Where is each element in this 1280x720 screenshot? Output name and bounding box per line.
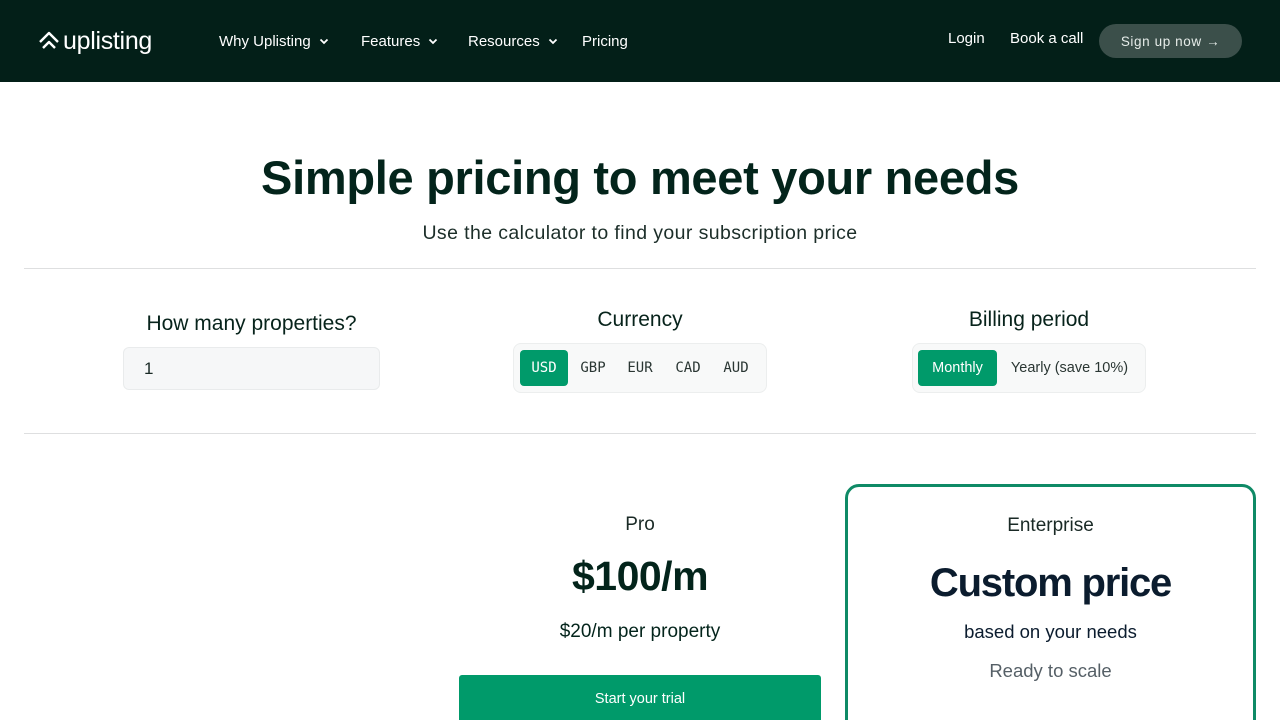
billing-period-selector: Monthly Yearly (save 10%) xyxy=(912,343,1146,393)
nav-item-why-uplisting[interactable]: Why Uplisting xyxy=(219,30,330,52)
enterprise-plan-name: Enterprise xyxy=(1007,515,1094,536)
billing-period-label: Billing period xyxy=(968,308,1090,331)
chevron-down-icon xyxy=(547,35,559,47)
currency-option-cad[interactable]: CAD xyxy=(665,350,711,386)
top-navbar: uplisting Why Uplisting Features Resourc… xyxy=(0,0,1280,82)
properties-input[interactable] xyxy=(123,347,380,390)
enterprise-plan-card: Enterprise Custom price based on your ne… xyxy=(845,484,1256,720)
book-call-link[interactable]: Book a call xyxy=(1010,30,1083,47)
page-subtitle: Use the calculator to find your subscrip… xyxy=(422,222,858,244)
properties-label: How many properties? xyxy=(146,312,357,335)
currency-selector: USD GBP EUR CAD AUD xyxy=(513,343,767,393)
enterprise-plan-price: Custom price xyxy=(929,561,1172,605)
nav-item-features[interactable]: Features xyxy=(361,30,439,52)
chevron-down-icon xyxy=(427,35,439,47)
pro-plan-name: Pro xyxy=(625,514,655,535)
signup-button[interactable]: Sign up now → xyxy=(1099,24,1242,58)
divider xyxy=(24,433,1256,434)
nav-item-label: Pricing xyxy=(582,32,628,50)
pro-plan-price: $100/m xyxy=(571,553,709,599)
currency-option-aud[interactable]: AUD xyxy=(713,350,759,386)
nav-item-label: Resources xyxy=(468,32,540,50)
logo[interactable]: uplisting xyxy=(38,26,152,56)
nav-item-resources[interactable]: Resources xyxy=(468,30,559,52)
billing-option-yearly[interactable]: Yearly (save 10%) xyxy=(1002,350,1137,386)
enterprise-plan-subtitle: based on your needs xyxy=(964,621,1137,642)
pro-plan-per-property: $20/m per property xyxy=(559,621,721,642)
currency-option-gbp[interactable]: GBP xyxy=(570,350,616,386)
billing-option-monthly[interactable]: Monthly xyxy=(918,350,997,386)
currency-option-usd[interactable]: USD xyxy=(520,350,568,386)
currency-label: Currency xyxy=(597,308,683,331)
login-link[interactable]: Login xyxy=(948,30,985,47)
uplisting-logo-icon xyxy=(39,31,59,49)
logo-text: uplisting xyxy=(63,26,153,55)
nav-item-pricing[interactable]: Pricing xyxy=(582,30,628,52)
start-trial-button[interactable]: Start your trial xyxy=(459,675,821,720)
nav-item-label: Features xyxy=(361,32,421,50)
divider xyxy=(24,268,1256,269)
nav-item-label: Why Uplisting xyxy=(219,32,311,50)
page-title: Simple pricing to meet your needs xyxy=(261,151,1019,204)
chevron-down-icon xyxy=(318,35,330,47)
enterprise-plan-tagline: Ready to scale xyxy=(989,660,1112,681)
currency-option-eur[interactable]: EUR xyxy=(617,350,663,386)
